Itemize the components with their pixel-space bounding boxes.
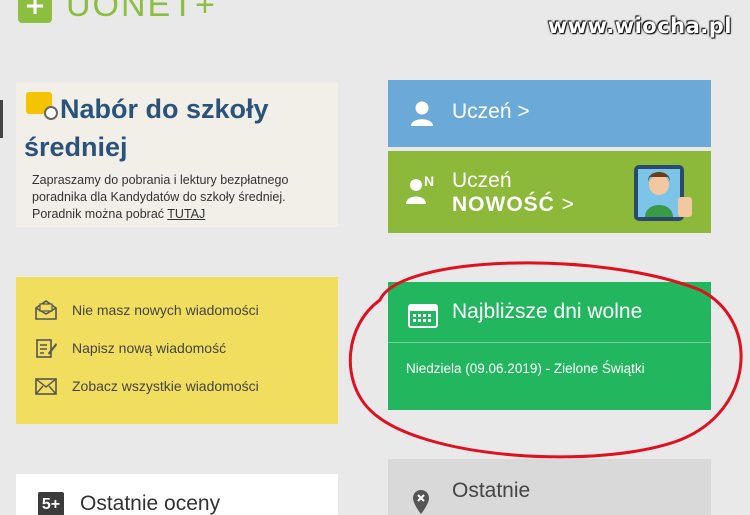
left-edge-divider bbox=[0, 100, 3, 138]
envelope-closed-icon bbox=[35, 378, 57, 395]
latest-subtitle: ... bbox=[452, 505, 470, 515]
all-messages-label: Zobacz wszystkie wiadomości bbox=[72, 378, 259, 394]
message-status-label: Nie masz nowych wiadomości bbox=[72, 302, 259, 318]
holidays-title: Najbliższe dni wolne bbox=[452, 300, 643, 323]
recruitment-body: Zapraszamy do pobrania i lektury bezpłat… bbox=[32, 172, 332, 223]
recruitment-title: Nabór do szkoły średniej bbox=[24, 94, 269, 162]
student-phone-illustration-icon bbox=[634, 165, 692, 221]
envelope-open-icon bbox=[35, 300, 57, 320]
latest-title: Ostatnie bbox=[452, 479, 531, 502]
student-tile-label: Uczeń > bbox=[452, 100, 530, 123]
watermark: www.wiocha.pl bbox=[547, 14, 732, 38]
holidays-divider bbox=[388, 342, 711, 343]
student-tile[interactable]: Uczeń > bbox=[388, 80, 711, 147]
recruitment-link[interactable]: TUTAJ bbox=[167, 207, 205, 221]
logo-text: UONET+ bbox=[66, 0, 217, 24]
latest-grades-title: Ostatnie oceny bbox=[80, 492, 221, 515]
new-arrow: > bbox=[561, 193, 575, 216]
calendar-icon bbox=[408, 304, 438, 328]
user-icon bbox=[411, 101, 433, 126]
recruitment-text: Zapraszamy do pobrania i lektury bezpłat… bbox=[32, 173, 289, 221]
map-pin-icon bbox=[413, 490, 429, 514]
latest-grades-card[interactable]: 5+ Ostatnie oceny bbox=[16, 474, 338, 515]
all-messages-row[interactable]: Zobacz wszystkie wiadomości bbox=[16, 367, 338, 405]
new-label: NOWOŚĆ bbox=[452, 193, 555, 216]
student-new-tile[interactable]: N Uczeń NOWOŚĆ > bbox=[388, 151, 711, 233]
compose-icon bbox=[36, 339, 57, 358]
student-new-label: Uczeń bbox=[452, 169, 512, 192]
new-badge-letter: N bbox=[424, 173, 435, 189]
latest-tile[interactable]: Ostatnie ... bbox=[388, 459, 711, 515]
app-logo[interactable]: + UONET+ bbox=[18, 0, 217, 25]
message-status-row[interactable]: Nie masz nowych wiadomości bbox=[16, 291, 338, 329]
recruitment-card: Nabór do szkoły średniej Zapraszamy do p… bbox=[16, 82, 338, 227]
logo-plus-icon: + bbox=[18, 0, 52, 23]
student-new-sublabel: NOWOŚĆ > bbox=[452, 193, 575, 217]
red-highlight-ellipse bbox=[348, 261, 743, 459]
holidays-tile[interactable]: Najbliższe dni wolne Niedziela (09.06.20… bbox=[388, 282, 711, 410]
holiday-entry: Niedziela (09.06.2019) - Zielone Świątki bbox=[406, 361, 645, 376]
write-message-label: Napisz nową wiadomość bbox=[72, 340, 227, 356]
grade-badge-icon: 5+ bbox=[38, 492, 64, 515]
messages-card: Nie masz nowych wiadomości Napisz nową w… bbox=[16, 277, 338, 424]
write-message-row[interactable]: Napisz nową wiadomość bbox=[16, 329, 338, 367]
